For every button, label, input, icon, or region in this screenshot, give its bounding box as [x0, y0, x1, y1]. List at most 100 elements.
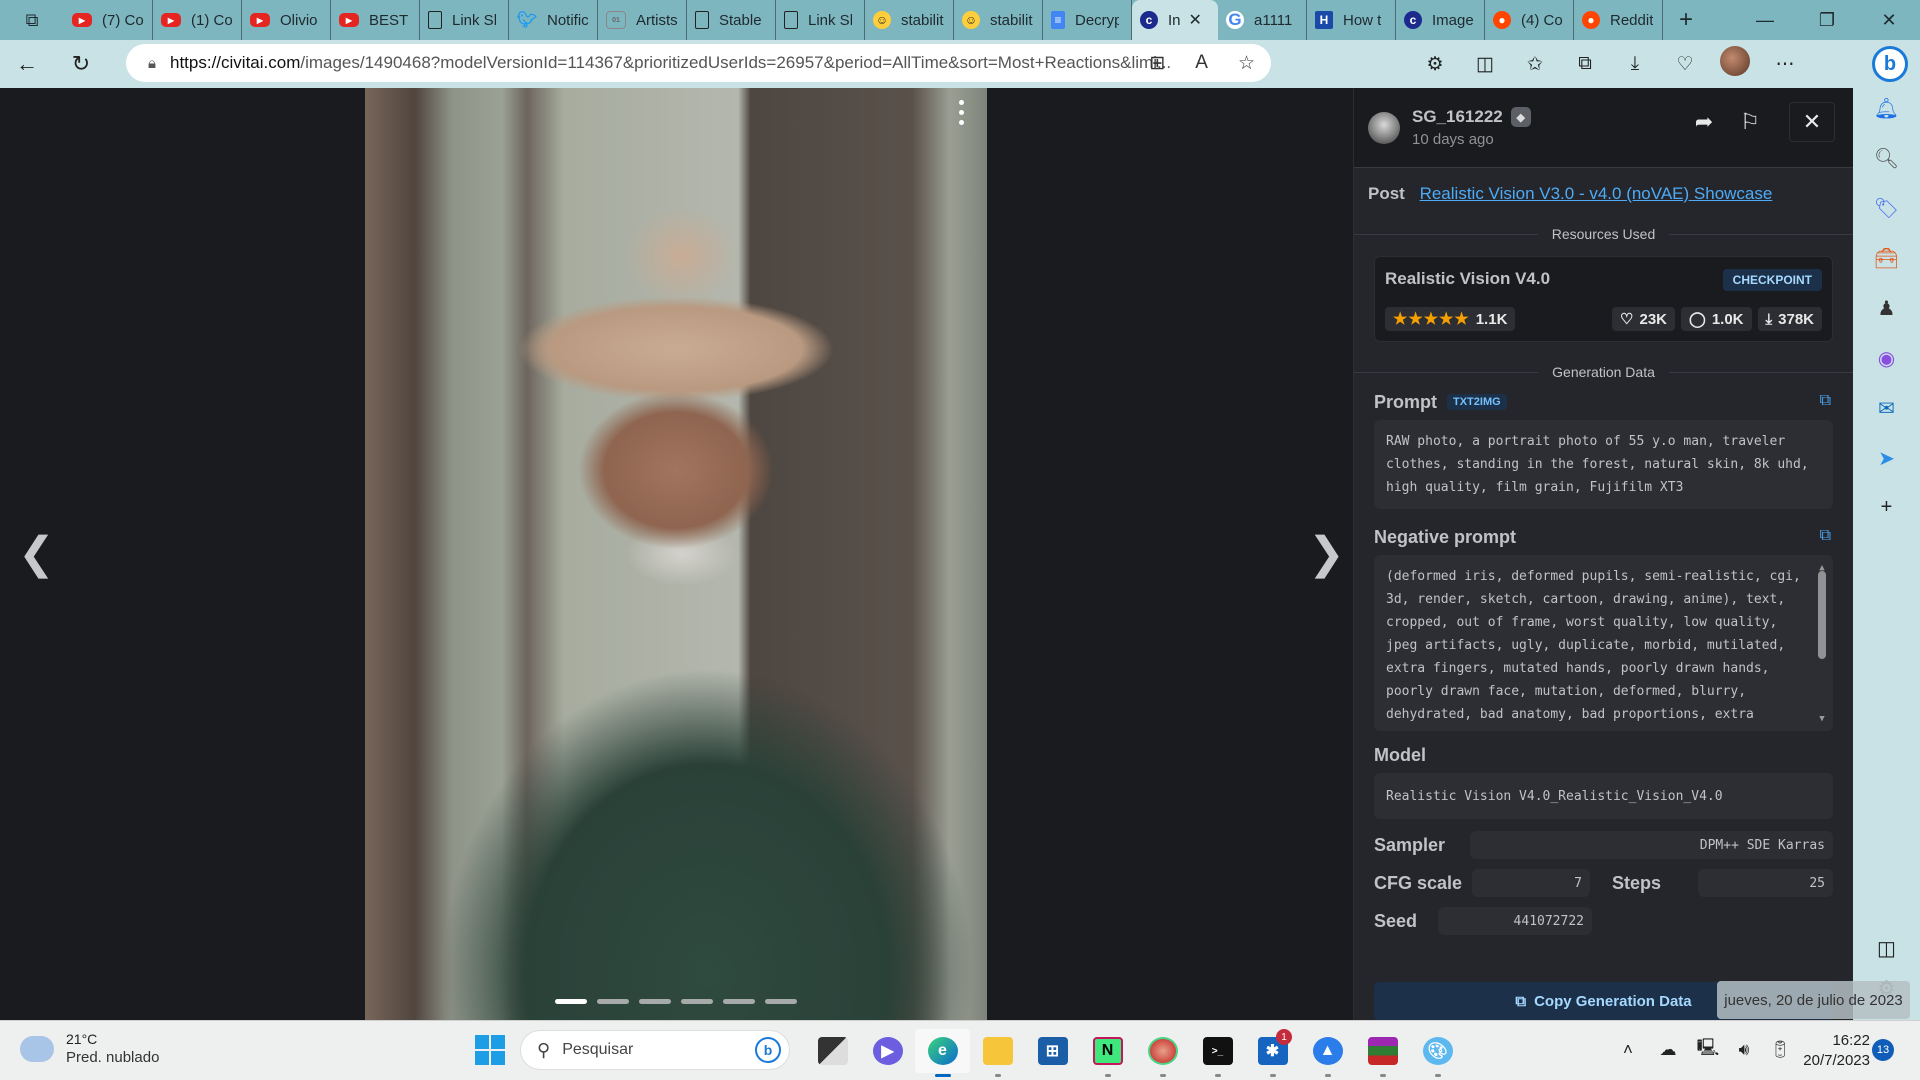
task-view-icon[interactable] [805, 1029, 860, 1073]
app-available-icon[interactable]: ⊞ [1149, 52, 1165, 75]
profile-avatar[interactable] [1710, 46, 1760, 82]
sidebar-toggle-icon[interactable]: ◫ [1853, 936, 1920, 961]
browser-tab[interactable]: c Image [1396, 0, 1485, 40]
negative-prompt-scrollbar[interactable]: ▲ ▼ [1817, 555, 1827, 731]
report-flag-icon[interactable]: ⚐ [1727, 102, 1773, 142]
tools-toolbox-icon[interactable]: 🧰︎ [1853, 246, 1920, 271]
browser-tab[interactable]: Link Sl [420, 0, 509, 40]
nordvpn-icon[interactable]: ▲ [1300, 1029, 1355, 1077]
prompt-text: RAW photo, a portrait photo of 55 y.o ma… [1374, 420, 1833, 509]
negative-prompt-label: Negative prompt [1374, 526, 1517, 547]
browser-tab[interactable]: 01 Artists [598, 0, 687, 40]
paint-palette-icon[interactable]: 🎨︎ [1410, 1029, 1465, 1077]
carousel-indicator[interactable] [681, 999, 713, 1004]
browser-tab[interactable]: ▶ (7) Co [64, 0, 153, 40]
browser-essentials-icon[interactable]: ♡ [1660, 53, 1710, 76]
more-menu-icon[interactable]: ⋯ [1760, 53, 1810, 76]
browser-tab[interactable]: ≡ Decryp [1043, 0, 1132, 40]
browser-tab[interactable]: ● (4) Co [1485, 0, 1574, 40]
bing-copilot-button[interactable]: b [1872, 46, 1908, 82]
outlook-icon[interactable]: ✉ [1853, 396, 1920, 421]
taskbar-search[interactable]: ⚲ Pesquisar b [520, 1030, 790, 1070]
url-bar[interactable]: 🔒︎ https://civitai.com/images/1490468?mo… [126, 44, 1271, 82]
split-screen-icon[interactable]: ◫ [1460, 53, 1510, 76]
drop-send-icon[interactable]: ➤ [1853, 446, 1920, 471]
previous-image-chevron-icon[interactable]: ❮ [18, 528, 55, 579]
notification-count-badge[interactable]: 13 [1872, 1039, 1894, 1061]
microsoft-store-icon[interactable]: ⊞ [1025, 1029, 1080, 1073]
next-image-chevron-icon[interactable]: ❯ [1308, 528, 1345, 579]
refresh-button[interactable]: ↻ [54, 51, 108, 77]
post-link[interactable]: Realistic Vision V3.0 - v4.0 (noVAE) Sho… [1420, 184, 1773, 203]
close-window-button[interactable]: ✕ [1858, 0, 1920, 40]
add-sidebar-app-icon[interactable]: + [1853, 496, 1920, 519]
carousel-indicator[interactable] [765, 999, 797, 1004]
minimize-button[interactable]: — [1734, 0, 1796, 40]
games-chess-icon[interactable]: ♟ [1853, 296, 1920, 321]
scroll-down-icon[interactable]: ▼ [1817, 708, 1827, 731]
file-explorer-icon[interactable] [970, 1029, 1025, 1077]
tab-label: Image [1432, 11, 1474, 29]
edge-browser-icon[interactable]: e [915, 1029, 970, 1077]
shopping-tag-icon[interactable]: 🏷︎ [1853, 196, 1920, 221]
browser-tab[interactable]: Stable [687, 0, 776, 40]
volume-icon[interactable]: 🔊︎ [1726, 1040, 1762, 1060]
avatar-app-icon[interactable] [1135, 1029, 1190, 1077]
carousel-indicator[interactable] [597, 999, 629, 1004]
browser-tab[interactable]: H How t [1307, 0, 1396, 40]
negative-prompt-box: (deformed iris, deformed pupils, semi-re… [1374, 555, 1833, 731]
back-button[interactable]: ← [0, 51, 54, 77]
read-aloud-icon[interactable]: A [1195, 52, 1208, 75]
notion-n-icon[interactable]: N [1080, 1029, 1135, 1077]
notifications-bell-icon[interactable]: 🔔︎ [1853, 96, 1920, 121]
favorite-star-icon[interactable]: ☆ [1238, 52, 1255, 75]
carousel-indicator[interactable] [639, 999, 671, 1004]
copy-negative-prompt-icon[interactable]: ⧉ [1820, 527, 1831, 545]
carousel-indicator[interactable] [555, 999, 587, 1004]
close-tab-icon[interactable]: ✕ [1189, 10, 1202, 30]
scroll-thumb[interactable] [1818, 571, 1826, 659]
carousel-indicator[interactable] [723, 999, 755, 1004]
username[interactable]: SG_161222 [1412, 107, 1503, 127]
browser-tab[interactable]: 🐦︎ Notific [509, 0, 598, 40]
system-tray: ˄ ☁ 🖳 🔊︎ 🔋︎ [1610, 1035, 1798, 1064]
network-icon[interactable]: 🖳 [1690, 1035, 1726, 1064]
collections-icon[interactable]: ⧉ [1560, 53, 1610, 75]
downloads-icon[interactable]: ⤓ [1610, 53, 1660, 75]
start-windows-icon[interactable] [475, 1035, 505, 1065]
teams-chat-icon[interactable]: ▶ [860, 1029, 915, 1073]
new-tab-button[interactable]: + [1663, 6, 1709, 34]
user-avatar[interactable] [1368, 111, 1400, 144]
browser-tab[interactable]: ▶ BEST A [331, 0, 420, 40]
resource-card[interactable]: Realistic Vision V4.0 CHECKPOINT ★★★★★ 1.… [1374, 256, 1833, 342]
bing-icon[interactable]: b [755, 1037, 781, 1063]
extensions-icon[interactable]: ⚙ [1410, 53, 1460, 76]
browser-tab[interactable]: ☺ stabilit [954, 0, 1043, 40]
image-menu-icon[interactable] [959, 100, 965, 130]
microsoft-365-icon[interactable]: ◉ [1853, 346, 1920, 371]
show-hidden-icons-chevron-icon[interactable]: ˄ [1610, 1040, 1646, 1060]
restore-button[interactable]: ❐ [1796, 0, 1858, 40]
panel-header: SG_161222 ◆ 10 days ago ➦ ⚐ ✕ [1354, 88, 1853, 168]
favorites-icon[interactable]: ✩ [1510, 53, 1560, 76]
clock[interactable]: 16:22 20/7/2023 [1790, 1031, 1870, 1071]
terminal-icon[interactable]: >_ [1190, 1029, 1245, 1077]
onedrive-cloud-icon[interactable]: ☁ [1646, 1040, 1690, 1060]
generated-image[interactable] [365, 88, 987, 1020]
params-section: Sampler DPM++ SDE Karras CFG scale 7 Ste… [1354, 831, 1853, 935]
browser-tab[interactable]: Link Sl [776, 0, 865, 40]
weather-widget[interactable]: 21°C Pred. nublado [20, 1027, 159, 1066]
winrar-icon[interactable] [1355, 1029, 1410, 1077]
browser-tab[interactable]: ▶ Olivio [242, 0, 331, 40]
copy-prompt-icon[interactable]: ⧉ [1820, 392, 1831, 410]
search-icon[interactable]: 🔍︎ [1853, 146, 1920, 171]
tab-actions-icon[interactable]: ⧉ [0, 0, 64, 40]
close-panel-button[interactable]: ✕ [1789, 102, 1835, 142]
browser-tab-active[interactable]: c In ✕ [1132, 0, 1218, 40]
browser-tab[interactable]: ● Reddit [1574, 0, 1663, 40]
share-icon[interactable]: ➦ [1681, 102, 1727, 142]
slack-icon[interactable]: ✱ 1 [1245, 1029, 1300, 1077]
browser-tab[interactable]: Ga1111 [1218, 0, 1307, 40]
browser-tab[interactable]: ☺ stabilit [865, 0, 954, 40]
browser-tab[interactable]: ▶ (1) Co [153, 0, 242, 40]
